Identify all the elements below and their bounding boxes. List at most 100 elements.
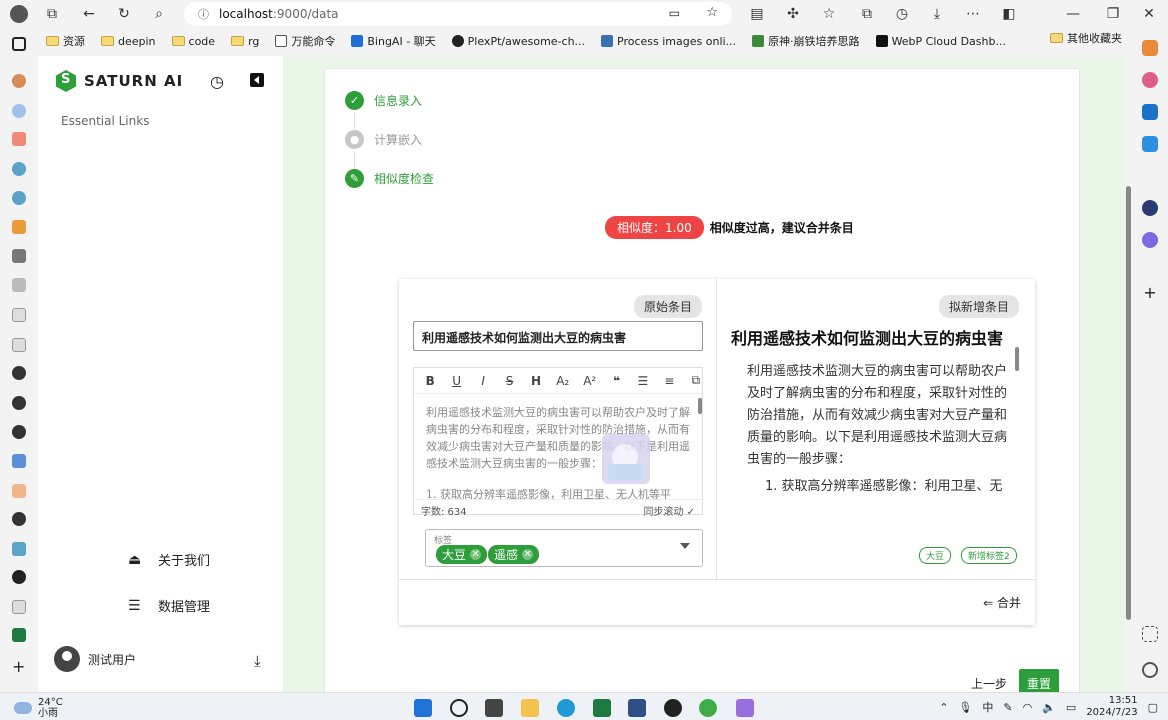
wifi-icon[interactable]: ◠ bbox=[1023, 701, 1033, 714]
bookmark-4[interactable]: 万能命令 bbox=[269, 33, 341, 49]
clock[interactable]: 13:51 2024/7/23 bbox=[1086, 695, 1137, 719]
page-scrollbar[interactable] bbox=[1125, 56, 1132, 692]
battery-icon[interactable]: ▭ bbox=[1066, 701, 1076, 714]
favorites-icon[interactable]: ☆ bbox=[820, 5, 838, 23]
restore-icon[interactable]: ❐ bbox=[1104, 5, 1122, 23]
other-bookmarks[interactable]: 其他收藏夹 bbox=[1050, 30, 1122, 46]
tab-favicon[interactable] bbox=[12, 249, 26, 263]
tab-favicon[interactable] bbox=[12, 220, 26, 234]
favorite-star-icon[interactable]: ☆ bbox=[706, 5, 718, 20]
excel-icon[interactable] bbox=[593, 699, 611, 717]
merge-button[interactable]: ⇐ 合并 bbox=[983, 594, 1021, 611]
remove-tag-icon[interactable]: ✕ bbox=[470, 549, 482, 560]
tab-favicon[interactable] bbox=[12, 454, 26, 468]
file-explorer-icon[interactable] bbox=[521, 699, 539, 717]
account-icon[interactable] bbox=[1142, 200, 1158, 216]
tab-actions-icon[interactable] bbox=[12, 37, 26, 51]
bookmark-2[interactable]: code bbox=[166, 35, 222, 48]
tab-favicon[interactable] bbox=[12, 338, 26, 352]
collections-icon[interactable]: ⧉ bbox=[858, 5, 876, 23]
tab-favicon[interactable] bbox=[12, 278, 26, 292]
search-icon[interactable] bbox=[450, 699, 468, 717]
history-icon[interactable]: ◷ bbox=[893, 5, 911, 23]
tab-favicon[interactable] bbox=[12, 542, 26, 556]
back-icon[interactable]: ← bbox=[80, 5, 98, 23]
tab-favicon[interactable] bbox=[12, 425, 26, 439]
editor-scrollbar[interactable] bbox=[698, 398, 702, 414]
sidebar-toggle-icon[interactable]: ◧ bbox=[1000, 5, 1018, 23]
tab-favicon[interactable] bbox=[12, 74, 26, 88]
page-scrollbar-thumb[interactable] bbox=[1126, 186, 1131, 620]
quote-icon[interactable]: ❝ bbox=[610, 374, 622, 388]
tab-favicon[interactable] bbox=[12, 484, 26, 498]
tab-favicon[interactable] bbox=[12, 308, 26, 322]
send-icon[interactable] bbox=[1142, 136, 1158, 152]
volume-icon[interactable]: 🔈 bbox=[1042, 701, 1056, 714]
close-icon[interactable]: ✕ bbox=[1140, 5, 1158, 23]
bullet-list-icon[interactable]: ☰ bbox=[637, 374, 649, 388]
bookmark-1[interactable]: deepin bbox=[95, 35, 162, 48]
bookmark-6[interactable]: PlexPt/awesome-ch... bbox=[446, 35, 591, 48]
user-profile[interactable]: 测试用户 bbox=[54, 646, 136, 672]
download-icon[interactable]: ⤓ bbox=[928, 5, 946, 23]
shapes-icon[interactable] bbox=[1142, 72, 1158, 88]
workspaces-icon[interactable]: ⧉ bbox=[43, 5, 61, 23]
tag-chip[interactable]: 大豆 ✕ bbox=[436, 545, 488, 564]
tab-favicon[interactable] bbox=[12, 512, 26, 526]
tab-favicon[interactable] bbox=[12, 191, 26, 205]
sidebar-item-about[interactable]: ⏏ 关于我们 bbox=[128, 550, 210, 570]
task-view-icon[interactable] bbox=[485, 699, 503, 717]
profile-avatar[interactable] bbox=[10, 5, 28, 23]
tab-favicon[interactable] bbox=[12, 366, 26, 380]
bookmark-9[interactable]: WebP Cloud Dashb... bbox=[870, 35, 1012, 48]
italic-icon[interactable]: I bbox=[477, 374, 489, 388]
tab-favicon[interactable] bbox=[12, 396, 26, 410]
proposed-scrollbar[interactable] bbox=[1015, 347, 1019, 371]
extensions-icon[interactable]: ▤ bbox=[748, 5, 766, 23]
dropdown-caret-icon[interactable] bbox=[680, 543, 690, 549]
refresh-icon[interactable]: ↻ bbox=[115, 5, 133, 23]
brand-logo[interactable]: SATURN AI bbox=[56, 70, 183, 92]
heading-icon[interactable]: H bbox=[530, 374, 542, 388]
underline-icon[interactable]: U bbox=[450, 374, 462, 388]
weather-widget[interactable]: 24°C 小雨 bbox=[14, 697, 63, 719]
superscript-icon[interactable]: A² bbox=[583, 374, 596, 388]
original-title-field[interactable]: 利用遥感技术如何监测出大豆的病虫害 bbox=[413, 321, 703, 351]
subscript-icon[interactable]: A₂ bbox=[556, 374, 569, 388]
previous-step-button[interactable]: 上一步 bbox=[971, 675, 1007, 692]
notification-icon[interactable]: ▢ bbox=[1148, 701, 1158, 714]
screen-app-icon[interactable] bbox=[628, 699, 646, 717]
tab-favicon[interactable] bbox=[12, 628, 26, 642]
tab-favicon[interactable] bbox=[12, 104, 26, 118]
qq-icon[interactable] bbox=[664, 699, 682, 717]
tab-favicon[interactable] bbox=[12, 162, 26, 176]
search-icon[interactable]: ⌕ bbox=[150, 5, 168, 23]
remove-tag-icon[interactable]: ✕ bbox=[522, 549, 534, 560]
collapse-sidebar-icon[interactable] bbox=[250, 73, 264, 87]
bold-icon[interactable]: B bbox=[424, 374, 436, 388]
settings-icon[interactable] bbox=[1142, 662, 1158, 678]
more-icon[interactable]: ⋯ bbox=[964, 5, 982, 23]
add-sidebar-icon[interactable]: + bbox=[1142, 285, 1158, 301]
reading-view-icon[interactable]: ▭ bbox=[669, 6, 680, 20]
toolbox-icon[interactable] bbox=[1142, 40, 1158, 56]
windows-start-icon[interactable] bbox=[414, 699, 432, 717]
tab-favicon[interactable] bbox=[12, 600, 26, 614]
microphone-icon[interactable]: 🎙 bbox=[958, 701, 972, 714]
address-bar[interactable]: ⓘ localhost:9000/data ▭ ☆ bbox=[184, 2, 732, 26]
tab-favicon[interactable] bbox=[12, 132, 26, 146]
pen-icon[interactable]: ✎ bbox=[1003, 701, 1012, 714]
copy-icon[interactable]: ⧉ bbox=[690, 373, 702, 388]
bookmark-0[interactable]: 资源 bbox=[40, 33, 91, 49]
tag-chip[interactable]: 遥感 ✕ bbox=[488, 545, 540, 564]
ime-indicator[interactable]: 中 bbox=[982, 699, 993, 715]
bookmark-5[interactable]: BingAI - 聊天 bbox=[345, 33, 441, 49]
bookmark-8[interactable]: 原神·崩铁培养思路 bbox=[746, 33, 866, 49]
tab-favicon-active[interactable] bbox=[12, 570, 26, 584]
chevron-up-icon[interactable]: ⌃ bbox=[939, 701, 948, 714]
wechat-icon[interactable] bbox=[699, 699, 717, 717]
outlook-icon[interactable] bbox=[1142, 104, 1158, 120]
sync-scroll-toggle[interactable]: 同步滚动 ✓ bbox=[643, 503, 695, 518]
snipping-tool-icon[interactable] bbox=[736, 699, 754, 717]
step-similarity-check[interactable]: ✎ 相似度检查 bbox=[345, 169, 434, 188]
